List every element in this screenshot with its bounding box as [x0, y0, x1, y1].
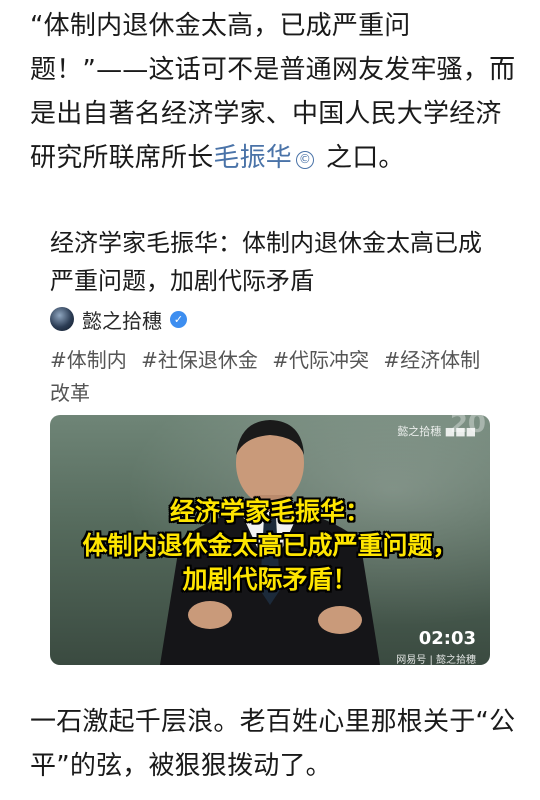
- mention-link[interactable]: 毛振华: [213, 143, 292, 173]
- outro-paragraph: 一石激起千层浪。老百姓心里那根关于“公平”的弦，被狠狠拨动了。: [30, 707, 516, 781]
- author-name[interactable]: 懿之拾穗: [82, 305, 162, 334]
- tag-item[interactable]: #体制内: [50, 348, 127, 372]
- video-duration: 02:03: [418, 628, 476, 649]
- avatar[interactable]: [50, 307, 74, 331]
- intro-paragraph: “体制内退休金太高，已成严重问题！”——这话可不是普通网友发牢骚，而是出自著名经…: [30, 4, 520, 180]
- tag-list: #体制内 #社保退休金 #代际冲突 #经济体制改革: [50, 344, 490, 410]
- video-player[interactable]: 经济学家毛振华： 体制内退休金太高已成严重问题， 加剧代际矛盾！ 20 懿之拾穗…: [50, 415, 490, 665]
- card-title[interactable]: 经济学家毛振华：体制内退休金太高已成严重问题，加剧代际矛盾: [50, 224, 500, 300]
- video-watermark-top: 懿之拾穗 ■■■: [397, 425, 476, 438]
- caption-line: 经济学家毛振华：: [169, 497, 370, 526]
- caption-line: 加剧代际矛盾！: [182, 565, 358, 594]
- author-row[interactable]: 懿之拾穗 ✓: [50, 305, 187, 334]
- video-caption: 经济学家毛振华： 体制内退休金太高已成严重问题， 加剧代际矛盾！: [50, 495, 490, 597]
- mention-icon[interactable]: ©: [296, 151, 315, 169]
- tag-item[interactable]: #社保退休金: [141, 348, 258, 372]
- verified-icon: ✓: [170, 310, 187, 328]
- intro-tail-text: 之口。: [326, 143, 405, 173]
- caption-line: 体制内退休金太高已成严重问题，: [82, 531, 458, 560]
- video-watermark-bottom: 网易号 | 懿之拾穗: [396, 655, 476, 665]
- shared-post-card[interactable]: 经济学家毛振华：体制内退休金太高已成严重问题，加剧代际矛盾 懿之拾穗 ✓ #体制…: [30, 200, 510, 680]
- tag-item[interactable]: #代际冲突: [272, 348, 369, 372]
